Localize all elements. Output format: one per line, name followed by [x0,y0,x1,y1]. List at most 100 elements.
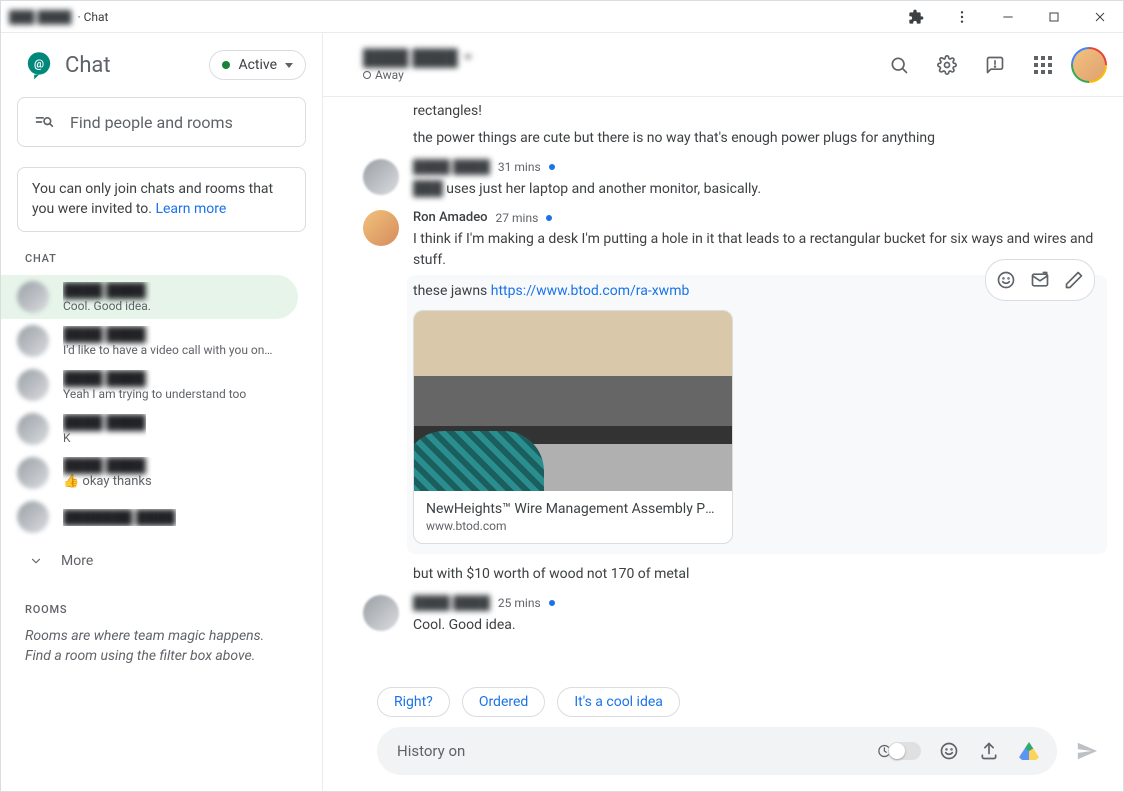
conversation-title[interactable]: ████ ████ [363,48,472,68]
status-label: Active [238,57,277,73]
redacted-name: ███ [413,181,443,197]
chat-logo-icon: @ [23,49,55,81]
account-avatar[interactable] [1071,47,1107,83]
apps-button[interactable] [1023,45,1063,85]
status-dot-icon [222,61,230,69]
window-title-suffix: · Chat [78,10,109,24]
chevron-down-icon [464,55,472,60]
extensions-icon[interactable] [893,1,939,33]
avatar [17,369,49,401]
chevron-down-icon [29,554,43,568]
message-text: but with $10 worth of wood not 170 of me… [413,564,1107,585]
sender-name: ████ ████ [413,159,490,175]
search-button[interactable] [879,45,919,85]
chat-list-item[interactable]: ████ ████ Cool. Good idea. [1,275,298,319]
smart-reply-chip[interactable]: Ordered [462,687,546,717]
message-list[interactable]: rectangles! the power things are cute bu… [323,97,1123,679]
smart-reply-chip[interactable]: It's a cool idea [557,687,680,717]
link-preview-card[interactable]: NewHeights™ Wire Management Assembly Pac… [413,310,733,544]
avatar [17,281,49,313]
conversation-header: ████ ████ Away [323,33,1123,97]
presence-dot-icon [546,215,552,221]
presence-status: Away [363,68,472,82]
message-text: Cool. Good idea. [413,615,1107,636]
menu-dots-icon[interactable] [939,1,985,33]
avatar [363,210,399,246]
avatar [17,457,49,489]
timestamp: 31 mins [498,160,541,174]
drive-button[interactable] [1011,733,1047,769]
sender-name: ████ ████ [413,595,490,611]
chat-list-item[interactable]: ████ ████ 👍 okay thanks [1,451,322,495]
contact-name: ████ ████ [63,457,152,474]
search-placeholder: Find people and rooms [70,113,233,132]
apps-grid-icon [1034,56,1052,74]
rooms-empty-text: Rooms are where team magic happens. Find… [1,620,322,667]
chat-list: ████ ████ Cool. Good idea. ████ ████ I'd… [1,275,322,539]
contact-name: ███████ ████ [63,509,176,526]
settings-button[interactable] [927,45,967,85]
chat-list-item[interactable]: ████ ████ I'd like to have a video call … [1,319,322,363]
contact-name: ████ ████ [63,370,246,387]
learn-more-link[interactable]: Learn more [155,201,226,217]
search-input[interactable]: Find people and rooms [17,97,306,147]
contact-name: ████ ████ [63,414,146,431]
message-text: these jawns [413,283,491,299]
chat-preview: Cool. Good idea. [63,299,151,313]
history-toggle[interactable] [888,742,921,760]
link-preview-title: NewHeights™ Wire Management Assembly Pac… [426,501,720,517]
sidebar: @ Chat Active Find people and rooms You … [1,33,323,791]
more-chats-button[interactable]: More [1,539,322,583]
maximize-button[interactable] [1031,1,1077,33]
chat-preview: K [63,431,146,445]
presence-dot-icon [549,600,555,606]
search-list-icon [34,112,54,132]
minimize-button[interactable] [985,1,1031,33]
avatar [17,413,49,445]
chat-preview: 👍 okay thanks [63,474,152,489]
contact-name: ████ ████ [63,326,273,343]
info-banner: You can only join chats and rooms that y… [17,167,306,232]
window-titlebar: ███ ████ · Chat [1,1,1123,33]
chat-list-item[interactable]: ████ ████ Yeah I am trying to understand… [1,363,322,407]
message-text: the power things are cute but there is n… [413,128,1107,149]
message: ████ ████ 25 mins Cool. Good idea. [363,595,1107,636]
send-button[interactable] [1067,731,1107,771]
forward-button[interactable] [1024,264,1056,296]
close-button[interactable] [1077,1,1123,33]
chat-list-item[interactable]: ████ ████ K [1,407,322,451]
react-button[interactable] [990,264,1022,296]
upload-button[interactable] [971,733,1007,769]
presence-dot-icon [549,164,555,170]
status-selector[interactable]: Active [209,50,306,80]
avatar [17,501,49,533]
message-actions [985,259,1095,301]
message-link[interactable]: https://www.btod.com/ra-xwmb [491,283,690,299]
message-input[interactable]: History on [377,727,1057,775]
smart-replies: Right? Ordered It's a cool idea [323,679,1123,727]
chat-section-label: CHAT [1,248,322,269]
history-label: History on [397,742,877,760]
conversation-pane: ████ ████ Away [323,33,1123,791]
avatar [363,159,399,195]
timestamp: 27 mins [496,211,539,225]
link-preview-domain: www.btod.com [426,519,720,533]
emoji-button[interactable] [931,733,967,769]
contact-name: ████ ████ [63,282,151,299]
message-text: rectangles! [413,101,1107,122]
edit-button[interactable] [1058,264,1090,296]
timestamp: 25 mins [498,596,541,610]
link-preview-image [414,311,732,491]
chat-list-item[interactable]: ███████ ████ [1,495,322,539]
chat-preview: I'd like to have a video call with you o… [63,343,273,357]
smart-reply-chip[interactable]: Right? [377,687,450,717]
chevron-down-icon [285,63,293,68]
feedback-button[interactable] [975,45,1015,85]
rooms-section-label: ROOMS [1,599,322,620]
app-title: Chat [65,53,111,78]
presence-away-icon [363,71,371,79]
sender-name: Ron Amadeo [413,210,488,225]
chat-preview: Yeah I am trying to understand too [63,387,246,401]
avatar [17,325,49,357]
message: ████ ████ 31 mins ███ uses just her lapt… [363,159,1107,200]
